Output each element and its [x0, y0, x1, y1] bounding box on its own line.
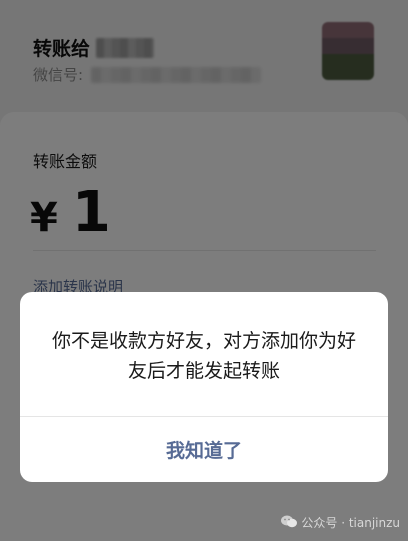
got-it-button[interactable]: 我知道了 [20, 417, 388, 482]
watermark: 公众号 · tianjinzu [281, 514, 400, 531]
wechat-logo-icon [281, 515, 301, 531]
dialog-message: 你不是收款方好友，对方添加你为好友后才能发起转账 [51, 330, 356, 382]
watermark-text: 公众号 · tianjinzu [301, 516, 400, 530]
not-friend-dialog: 你不是收款方好友，对方添加你为好友后才能发起转账 我知道了 [20, 292, 388, 482]
